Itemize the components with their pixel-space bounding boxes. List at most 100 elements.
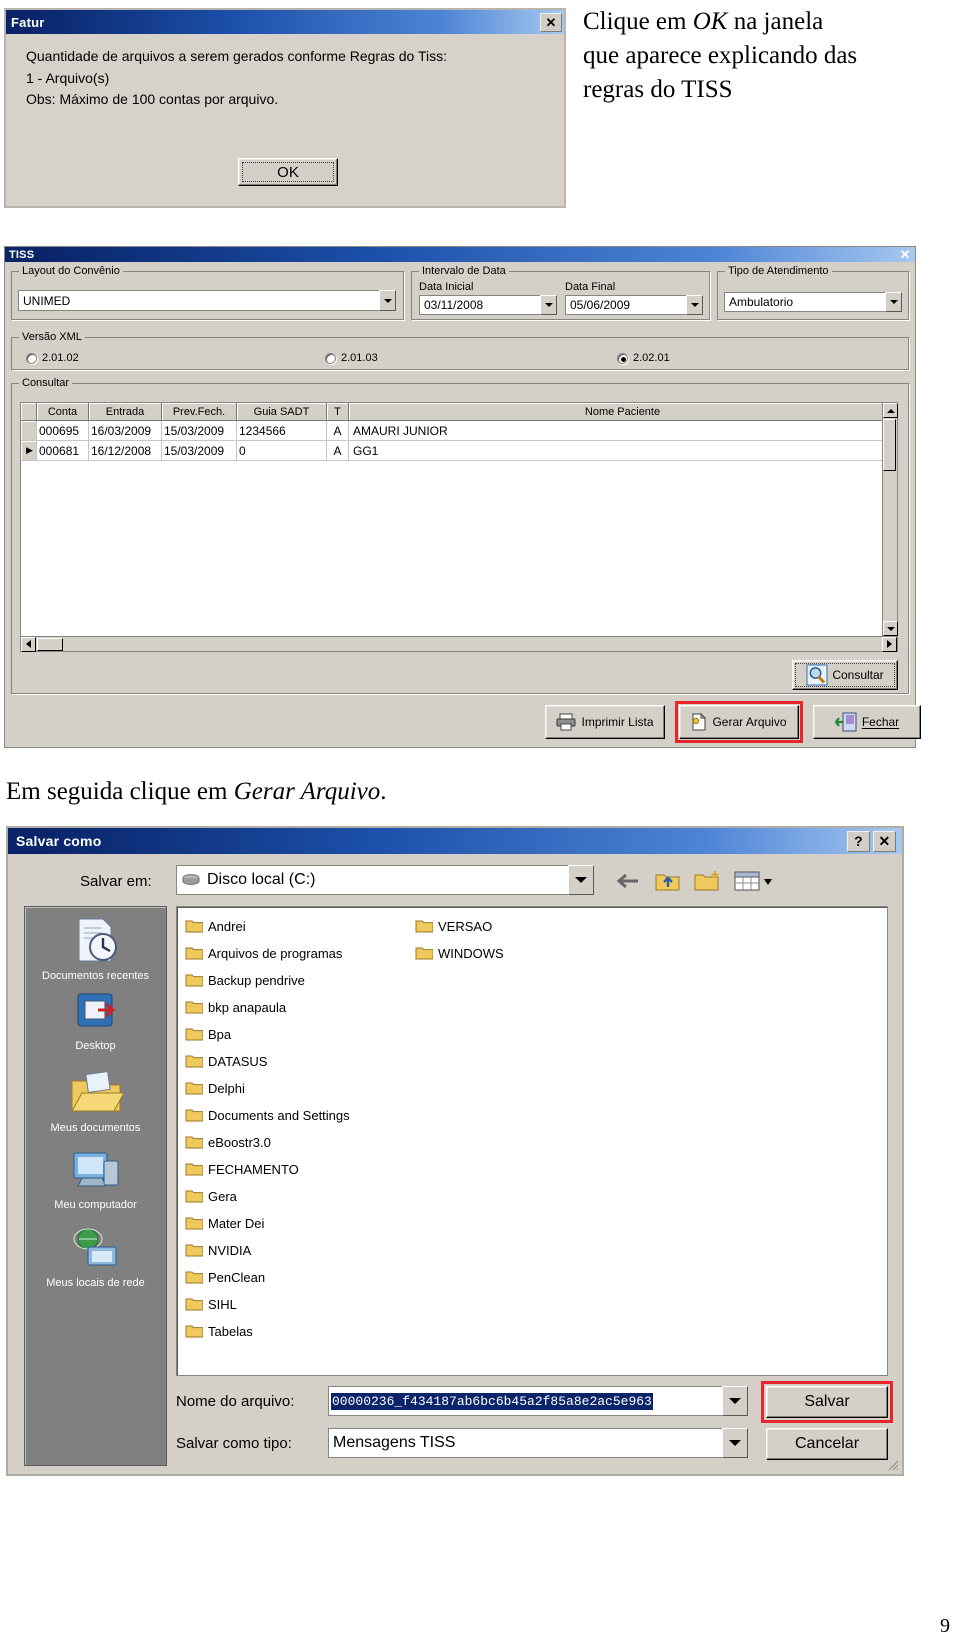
scroll-thumb[interactable] [883,419,896,471]
grid-vertical-scrollbar[interactable] [882,403,898,636]
folder-icon [185,1215,204,1233]
network-places-icon [70,1227,122,1274]
place-meus-locais-de-rede[interactable]: Meus locais de rede [25,1227,166,1289]
chevron-down-icon[interactable] [885,292,902,312]
nome-arquivo-value-wrap[interactable]: 00000236_f434187ab6bc6b45a2f85a8e2ac5e96… [328,1386,722,1416]
salvar-em-value: Disco local (C:) [207,871,316,888]
salvar-em-combo[interactable]: Disco local (C:) [176,865,594,895]
resize-grip[interactable] [885,1457,899,1471]
intervalo-data-legend: Intervalo de Data [419,265,509,277]
radio-xml-2-01-03[interactable]: 2.01.03 [325,352,378,364]
layout-convenio-combo[interactable]: UNIMED [18,290,396,311]
list-item[interactable]: Bpa [185,1021,415,1048]
grid-header-prev-fech[interactable]: Prev.Fech. [162,403,237,421]
chevron-down-icon[interactable] [722,1428,748,1458]
list-item[interactable]: WINDOWS [415,940,615,967]
scroll-thumb-h[interactable] [37,638,63,651]
grid-header-nome-paciente[interactable]: Nome Paciente [349,403,897,421]
imprimir-lista-button[interactable]: Imprimir Lista [545,705,665,739]
contas-grid[interactable]: Conta Entrada Prev.Fech. Guia SADT T Nom… [20,402,898,652]
data-inicial-value[interactable]: 03/11/2008 [419,295,540,315]
back-arrow-icon[interactable] [612,868,642,894]
place-documentos-recentes[interactable]: Documentos recentes [25,917,166,982]
chevron-down-icon[interactable] [540,295,557,315]
tipo-atendimento-combo[interactable]: Ambulatorio [724,292,902,312]
list-item-label: WINDOWS [438,946,504,961]
list-item[interactable]: Documents and Settings [185,1102,415,1129]
help-question-icon[interactable]: ? [847,830,870,852]
list-item[interactable]: Tabelas [185,1318,415,1345]
grid-header-indicator[interactable] [21,403,37,421]
scroll-up-icon[interactable] [883,403,898,418]
list-item-label: Delphi [208,1081,245,1096]
chevron-down-icon[interactable] [379,290,396,311]
list-item[interactable]: Arquivos de programas [185,940,415,967]
chevron-down-icon[interactable] [568,865,594,895]
list-item-label: Backup pendrive [208,973,305,988]
radio-xml-2-01-02[interactable]: 2.01.02 [26,352,79,364]
row-conta: 000695 [37,421,89,441]
data-final-combo[interactable]: 05/06/2009 [565,295,703,315]
close-icon[interactable]: ✕ [873,830,896,852]
list-item[interactable]: FECHAMENTO [185,1156,415,1183]
list-item[interactable]: NVIDIA [185,1237,415,1264]
views-icon[interactable] [732,866,776,896]
radio-xml-2-02-01[interactable]: 2.02.01 [617,352,670,364]
instruction-step-2: Em seguida clique em Gerar Arquivo. [6,775,626,809]
consultar-button[interactable]: Consultar [792,660,898,690]
consultar-legend: Consultar [19,377,73,389]
scroll-left-icon[interactable] [21,636,36,652]
radio-dot-icon [617,352,628,364]
new-folder-icon[interactable] [692,866,724,896]
up-folder-icon[interactable] [652,866,684,896]
list-item-label: Andrei [208,919,246,934]
list-item[interactable]: Delphi [185,1075,415,1102]
chevron-down-icon[interactable] [686,295,703,315]
grid-header-t[interactable]: T [327,403,349,421]
layout-convenio-legend: Layout do Convênio [19,265,123,277]
grid-header-entrada[interactable]: Entrada [89,403,162,421]
place-meus-documentos[interactable]: Meus documentos [25,1070,166,1134]
table-row[interactable]: ▶ 000681 16/12/2008 15/03/2009 0 A GG1 [21,441,897,461]
place-meu-computador[interactable]: Meu computador [25,1149,166,1211]
close-icon[interactable]: ✕ [540,12,562,32]
grid-horizontal-scrollbar[interactable] [21,636,897,652]
list-item[interactable]: Gera [185,1183,415,1210]
list-item-label: Gera [208,1189,237,1204]
place-desktop[interactable]: Desktop [25,990,166,1052]
tipo-atendimento-group: Tipo de Atendimento Ambulatorio [717,265,910,321]
place-label: Meu computador [54,1198,137,1211]
list-item[interactable]: VERSAO [415,913,615,940]
data-final-value[interactable]: 05/06/2009 [565,295,686,315]
list-item[interactable]: Mater Dei [185,1210,415,1237]
ok-button[interactable]: OK [238,158,338,186]
tiss-titlebar[interactable]: TISS ✕ [5,247,915,262]
list-item[interactable]: PenClean [185,1264,415,1291]
close-icon[interactable]: ✕ [897,248,913,261]
scroll-down-icon[interactable] [883,621,898,636]
list-item[interactable]: DATASUS [185,1048,415,1075]
table-row[interactable]: 000695 16/03/2009 15/03/2009 1234566 A A… [21,421,897,441]
data-inicial-combo[interactable]: 03/11/2008 [419,295,557,315]
folder-icon [185,1269,204,1287]
list-item[interactable]: Backup pendrive [185,967,415,994]
gerar-arquivo-highlight [675,701,803,743]
scroll-right-icon[interactable] [882,636,897,652]
folder-icon [185,972,204,990]
grid-header-guia-sadt[interactable]: Guia SADT [237,403,327,421]
fechar-button[interactable]: Fechar [813,705,921,739]
list-item[interactable]: SIHL [185,1291,415,1318]
file-list[interactable]: Andrei Arquivos de programas Backup pend… [176,906,888,1376]
list-item-label: DATASUS [208,1054,268,1069]
ok-button-label: OK [277,163,299,181]
list-item[interactable]: eBoostr3.0 [185,1129,415,1156]
fatur-titlebar[interactable]: Fatur ✕ [6,10,564,34]
save-as-titlebar[interactable]: Salvar como ? ✕ [8,828,902,854]
grid-header-conta[interactable]: Conta [37,403,89,421]
nome-arquivo-combo[interactable]: 00000236_f434187ab6bc6b45a2f85a8e2ac5e96… [328,1386,748,1416]
list-item[interactable]: Andrei [185,913,415,940]
salvar-tipo-combo[interactable]: Mensagens TISS [328,1428,748,1458]
cancelar-button[interactable]: Cancelar [766,1428,888,1460]
list-item[interactable]: bkp anapaula [185,994,415,1021]
chevron-down-icon[interactable] [722,1386,748,1416]
